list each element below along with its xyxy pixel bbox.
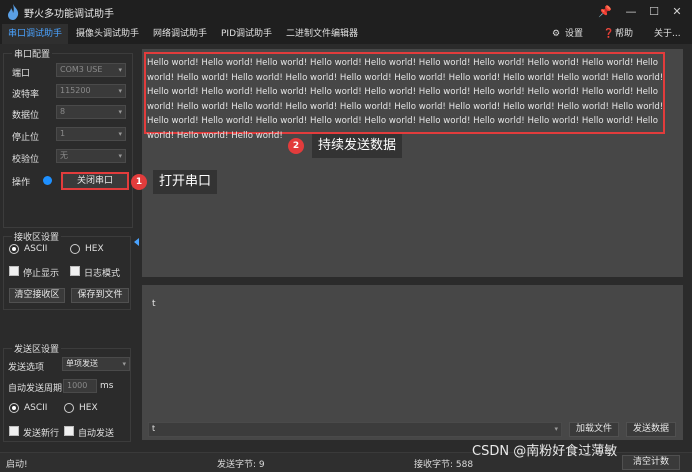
auto-send-checkbox[interactable] [64,426,74,436]
settings-button[interactable]: 设置 [565,24,583,44]
close-icon[interactable]: ✕ [668,3,686,21]
send-option-value: 单项发送 [66,359,98,368]
callout-1-label: 打开串口 [153,170,218,194]
stop-bits-value: 1 [60,129,66,138]
send-ascii-label: ASCII [24,403,48,413]
send-option-select[interactable]: 单项发送 ▾ [62,357,130,371]
tab-binary-editor[interactable]: 二进制文件编辑器 [280,24,364,44]
callout-2-badge: 2 [288,138,304,154]
data-bits-value: 8 [60,107,66,116]
chevron-down-icon: ▾ [118,66,122,74]
receive-hex-radio[interactable] [70,244,80,254]
receive-text: Hello world! Hello world! Hello world! H… [147,58,664,141]
help-button[interactable]: 帮助 [615,24,633,44]
log-mode-label: 日志模式 [84,269,121,279]
chevron-down-icon: ▾ [122,360,126,368]
send-hex-label: HEX [79,403,98,413]
send-hex-radio[interactable] [64,403,74,413]
port-select[interactable]: COM3 USE ▾ [56,63,126,77]
send-newline-label: 发送新行 [23,429,60,439]
sent-bytes: 发送字节: 9 [217,460,265,470]
chevron-down-icon: ▾ [118,130,122,138]
receive-hex-label: HEX [85,244,104,254]
window-title: 野火多功能调试助手 [24,9,114,20]
auto-send-label: 自动发送 [78,429,115,439]
about-button[interactable]: 关于... [654,24,681,44]
send-area[interactable] [142,285,683,440]
receive-settings-title: 接收区设置 [12,230,62,243]
receive-ascii-label: ASCII [24,244,48,254]
chevron-down-icon: ▾ [118,152,122,160]
parity-select[interactable]: 无 ▾ [56,149,126,163]
data-bits-label: 数据位 [12,111,40,121]
clear-count-button[interactable]: 清空计数 [622,455,680,470]
splitter-handle[interactable] [134,238,139,246]
parity-value: 无 [60,151,68,160]
send-data-button[interactable]: 发送数据 [626,422,676,437]
tab-network-assistant[interactable]: 网络调试助手 [147,24,213,44]
send-history-input[interactable]: t ▾ [148,422,562,437]
maximize-icon[interactable]: ☐ [645,3,663,21]
stop-display-label: 停止显示 [23,269,60,279]
send-text: t [152,299,156,309]
serial-config-title: 串口配置 [12,47,53,60]
title-bar: 野火多功能调试助手 📌 — ☐ ✕ [0,0,692,24]
callout-1-badge: 1 [131,174,147,190]
minimize-icon[interactable]: — [622,3,640,21]
port-value: COM3 USE [60,65,103,74]
chevron-down-icon: ▾ [118,108,122,116]
port-status-indicator [43,176,52,185]
close-port-button[interactable]: 关闭串口 [61,172,129,190]
parity-label: 校验位 [12,155,40,165]
watermark: CSDN @南粉好食过薄敏 [472,444,618,459]
status-message: 启动! [6,460,28,470]
clear-receive-button[interactable]: 清空接收区 [9,288,65,303]
tab-camera-assistant[interactable]: 摄像头调试助手 [70,24,145,44]
receive-ascii-radio[interactable] [9,244,19,254]
send-settings-title: 发送区设置 [12,342,62,355]
auto-period-input[interactable]: 1000 [63,379,97,393]
operation-label: 操作 [12,178,31,188]
callout-2-label: 持续发送数据 [312,134,403,158]
send-option-label: 发送选项 [8,363,45,373]
tab-pid-assistant[interactable]: PID调试助手 [215,24,278,44]
chevron-down-icon: ▾ [118,87,122,95]
auto-period-label: 自动发送周期 [8,384,63,394]
data-bits-select[interactable]: 8 ▾ [56,105,126,119]
stop-bits-label: 停止位 [12,133,40,143]
stop-display-checkbox[interactable] [9,266,19,276]
stop-bits-select[interactable]: 1 ▾ [56,127,126,141]
chevron-down-icon: ▾ [554,425,558,433]
tab-serial-assistant[interactable]: 串口调试助手 [2,24,69,44]
send-newline-checkbox[interactable] [9,426,19,436]
flame-app-icon [8,4,19,20]
tab-bar: 串口调试助手 摄像头调试助手 网络调试助手 PID调试助手 二进制文件编辑器 ⚙… [0,24,692,44]
load-file-button[interactable]: 加载文件 [569,422,619,437]
received-bytes: 接收字节: 588 [414,460,474,470]
gear-icon[interactable]: ⚙ [552,24,560,44]
send-input-value: t [152,424,156,433]
baud-value: 115200 [60,86,91,95]
auto-period-unit: ms [100,381,114,391]
pin-icon[interactable]: 📌 [596,3,614,21]
send-ascii-radio[interactable] [9,403,19,413]
port-label: 端口 [12,69,31,79]
help-icon[interactable]: ❓ [603,24,614,44]
baud-label: 波特率 [12,90,40,100]
log-mode-checkbox[interactable] [70,266,80,276]
save-to-file-button[interactable]: 保存到文件 [71,288,129,303]
baud-select[interactable]: 115200 ▾ [56,84,126,98]
